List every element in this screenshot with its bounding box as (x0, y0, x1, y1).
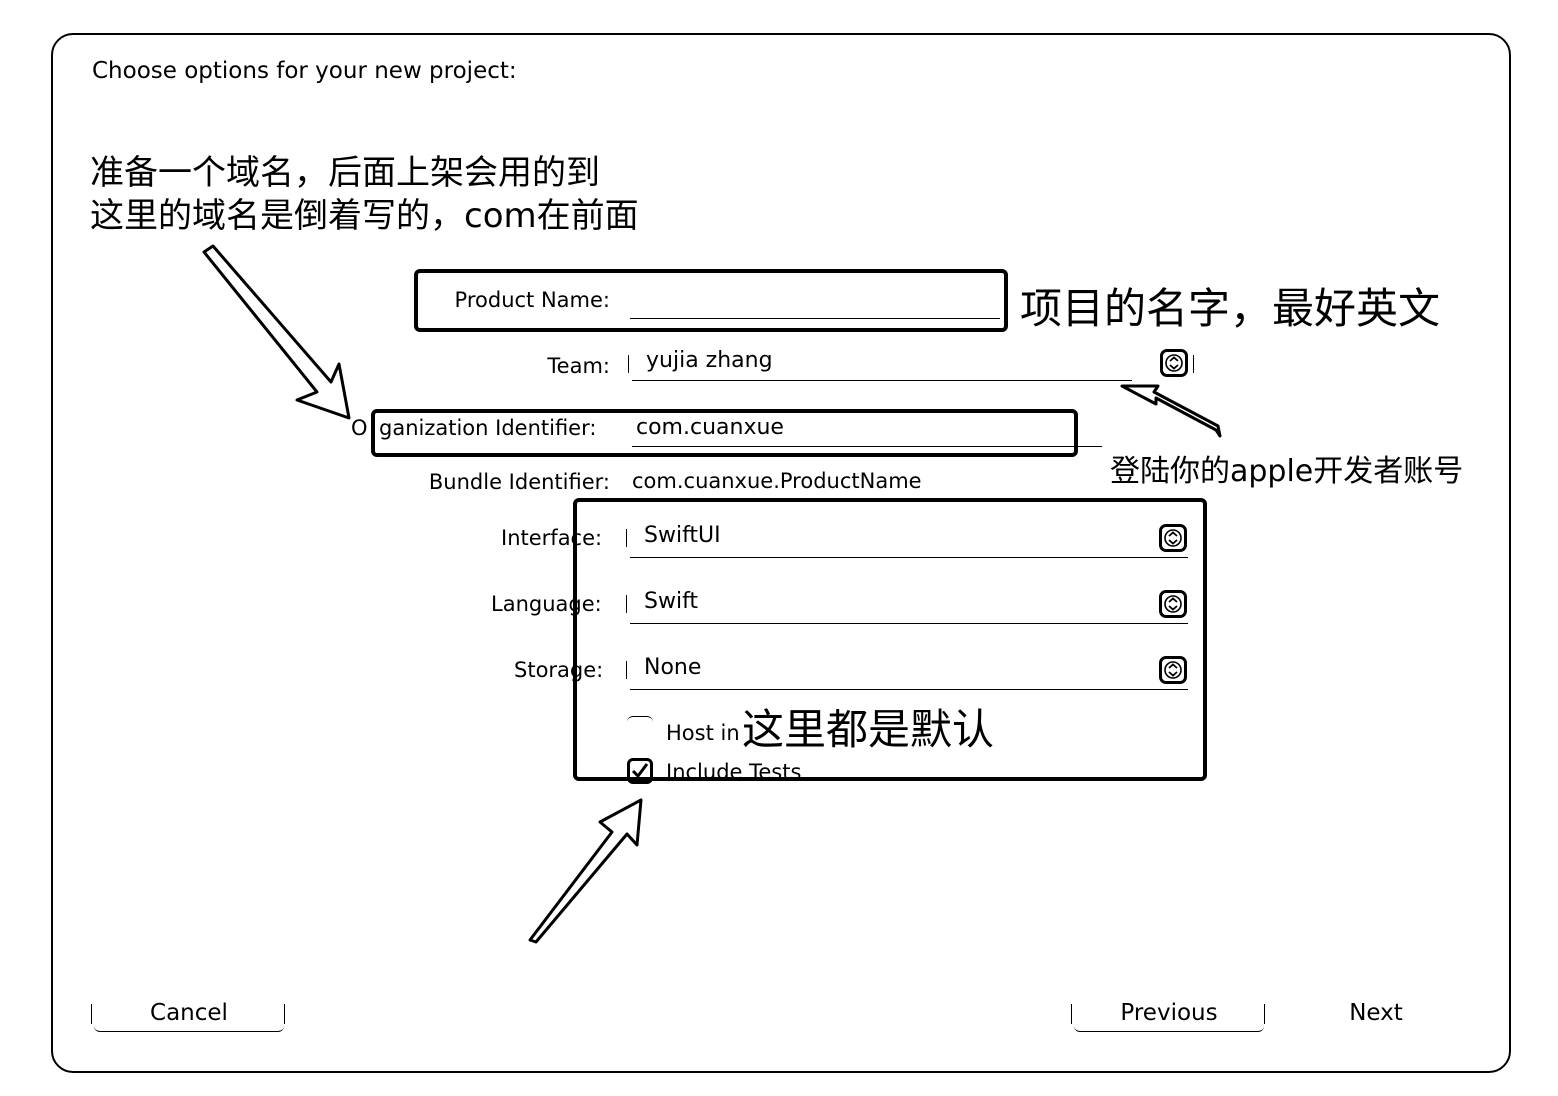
previous-button-edge-left (1071, 1004, 1072, 1024)
domain-note: 准备一个域名，后面上架会用的到 这里的域名是倒着写的，com在前面 (90, 152, 639, 238)
domain-note-line1: 准备一个域名，后面上架会用的到 (90, 153, 600, 193)
defaults-note: 这里都是默认 (742, 705, 995, 754)
cancel-button-edge-right (284, 1004, 285, 1024)
product-name-highlight-box (414, 269, 1008, 332)
cancel-button[interactable]: Cancel (94, 998, 284, 1032)
cancel-button-edge-left (91, 1004, 92, 1024)
previous-button[interactable]: Previous (1074, 998, 1264, 1032)
project-name-note: 项目的名字，最好英文 (1020, 284, 1441, 333)
bundle-id-value: com.cuanxue.ProductName (632, 469, 922, 493)
dialog-title: Choose options for your new project: (92, 58, 517, 84)
team-label: Team: (547, 354, 610, 378)
bundle-id-label: Bundle Identifier: (428, 470, 610, 494)
org-id-label-prefix: O (351, 416, 368, 440)
domain-note-line2: 这里的域名是倒着写的，com在前面 (90, 196, 639, 236)
next-button[interactable]: Next (1330, 998, 1422, 1028)
team-popup-edge-right (1193, 355, 1194, 373)
team-popup-value[interactable]: yujia zhang (646, 348, 773, 373)
language-label-a: Langu (491, 592, 556, 616)
interface-label-a: Interf (501, 526, 558, 550)
previous-button-edge-right (1264, 1004, 1265, 1024)
org-id-highlight-box (371, 409, 1078, 457)
up-down-chevron-icon[interactable] (1160, 349, 1188, 377)
storage-label-a: Stor (514, 658, 558, 682)
team-popup-edge (628, 355, 629, 373)
team-popup[interactable] (632, 380, 1132, 381)
apple-account-note: 登陆你的apple开发者账号 (1110, 446, 1464, 490)
